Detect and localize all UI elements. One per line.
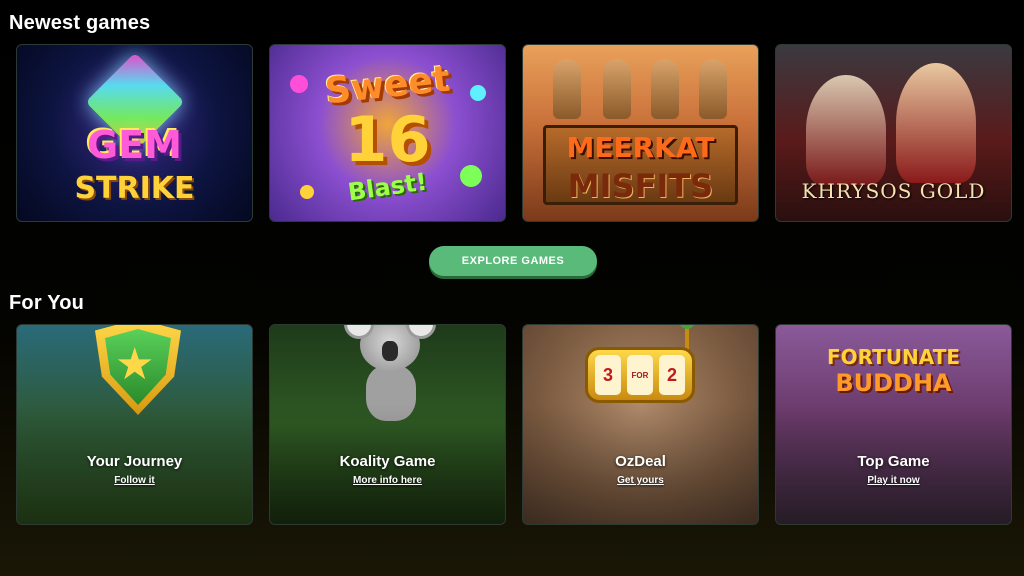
meerkat-art bbox=[651, 59, 679, 119]
warrior-figure-art bbox=[806, 75, 886, 185]
newest-games-heading: Newest games bbox=[9, 12, 151, 34]
game-tile-khrysos-gold[interactable]: KHRYSOS GOLD bbox=[775, 44, 1012, 222]
slot-machine-icon: 3 FOR 2 bbox=[585, 347, 695, 403]
card-title: Top Game bbox=[857, 453, 930, 470]
promo-card-ozdeal[interactable]: 3 FOR 2 OzDeal Get yours bbox=[522, 324, 759, 525]
for-you-row: ★ Your Journey Follow it Koality Game Mo… bbox=[16, 324, 1012, 525]
promo-card-top-game[interactable]: FORTUNATE BUDDHA Top Game Play it now bbox=[775, 324, 1012, 525]
slot-reel: 3 bbox=[595, 355, 621, 395]
game-tile-sweet-16-blast[interactable]: Sweet 16 Blast! bbox=[269, 44, 506, 222]
game-tile-meerkat-misfits[interactable]: MEERKAT MISFITS bbox=[522, 44, 759, 222]
queen-figure-art bbox=[896, 63, 976, 183]
game-tile-gem-strike[interactable]: GEM STRIKE bbox=[16, 44, 253, 222]
meerkat-art bbox=[553, 59, 581, 119]
game-title-line1: MEERKAT bbox=[566, 131, 715, 164]
game-title-line2: MISFITS bbox=[567, 167, 714, 205]
game-title-line1: GEM bbox=[87, 123, 182, 167]
promo-card-koality-game[interactable]: Koality Game More info here bbox=[269, 324, 506, 525]
for-you-heading: For You bbox=[9, 292, 85, 314]
meerkat-art bbox=[603, 59, 631, 119]
meerkat-art bbox=[699, 59, 727, 119]
slot-lever-ball-art bbox=[679, 325, 695, 329]
game-logo-line1: FORTUNATE bbox=[826, 345, 961, 369]
card-title: Koality Game bbox=[339, 453, 436, 470]
get-yours-link[interactable]: Get yours bbox=[523, 475, 758, 486]
card-title: Your Journey bbox=[86, 453, 183, 470]
game-title: KHRYSOS GOLD bbox=[801, 179, 986, 203]
slot-reel: 2 bbox=[659, 355, 685, 395]
star-icon: ★ bbox=[115, 340, 155, 389]
more-info-link[interactable]: More info here bbox=[270, 475, 505, 486]
game-logo-line2: BUDDHA bbox=[835, 369, 952, 397]
koala-nose-art bbox=[382, 341, 398, 361]
explore-games-button[interactable]: EXPLORE GAMES bbox=[429, 246, 597, 276]
game-title-line2: STRIKE bbox=[74, 171, 195, 206]
promo-card-your-journey[interactable]: ★ Your Journey Follow it bbox=[16, 324, 253, 525]
play-it-now-link[interactable]: Play it now bbox=[776, 475, 1011, 486]
card-title: OzDeal bbox=[615, 453, 666, 470]
slot-reel: FOR bbox=[627, 355, 653, 395]
follow-it-link[interactable]: Follow it bbox=[17, 475, 252, 486]
newest-games-row: GEM STRIKE Sweet 16 Blast! MEERKAT MISFI… bbox=[16, 44, 1012, 222]
